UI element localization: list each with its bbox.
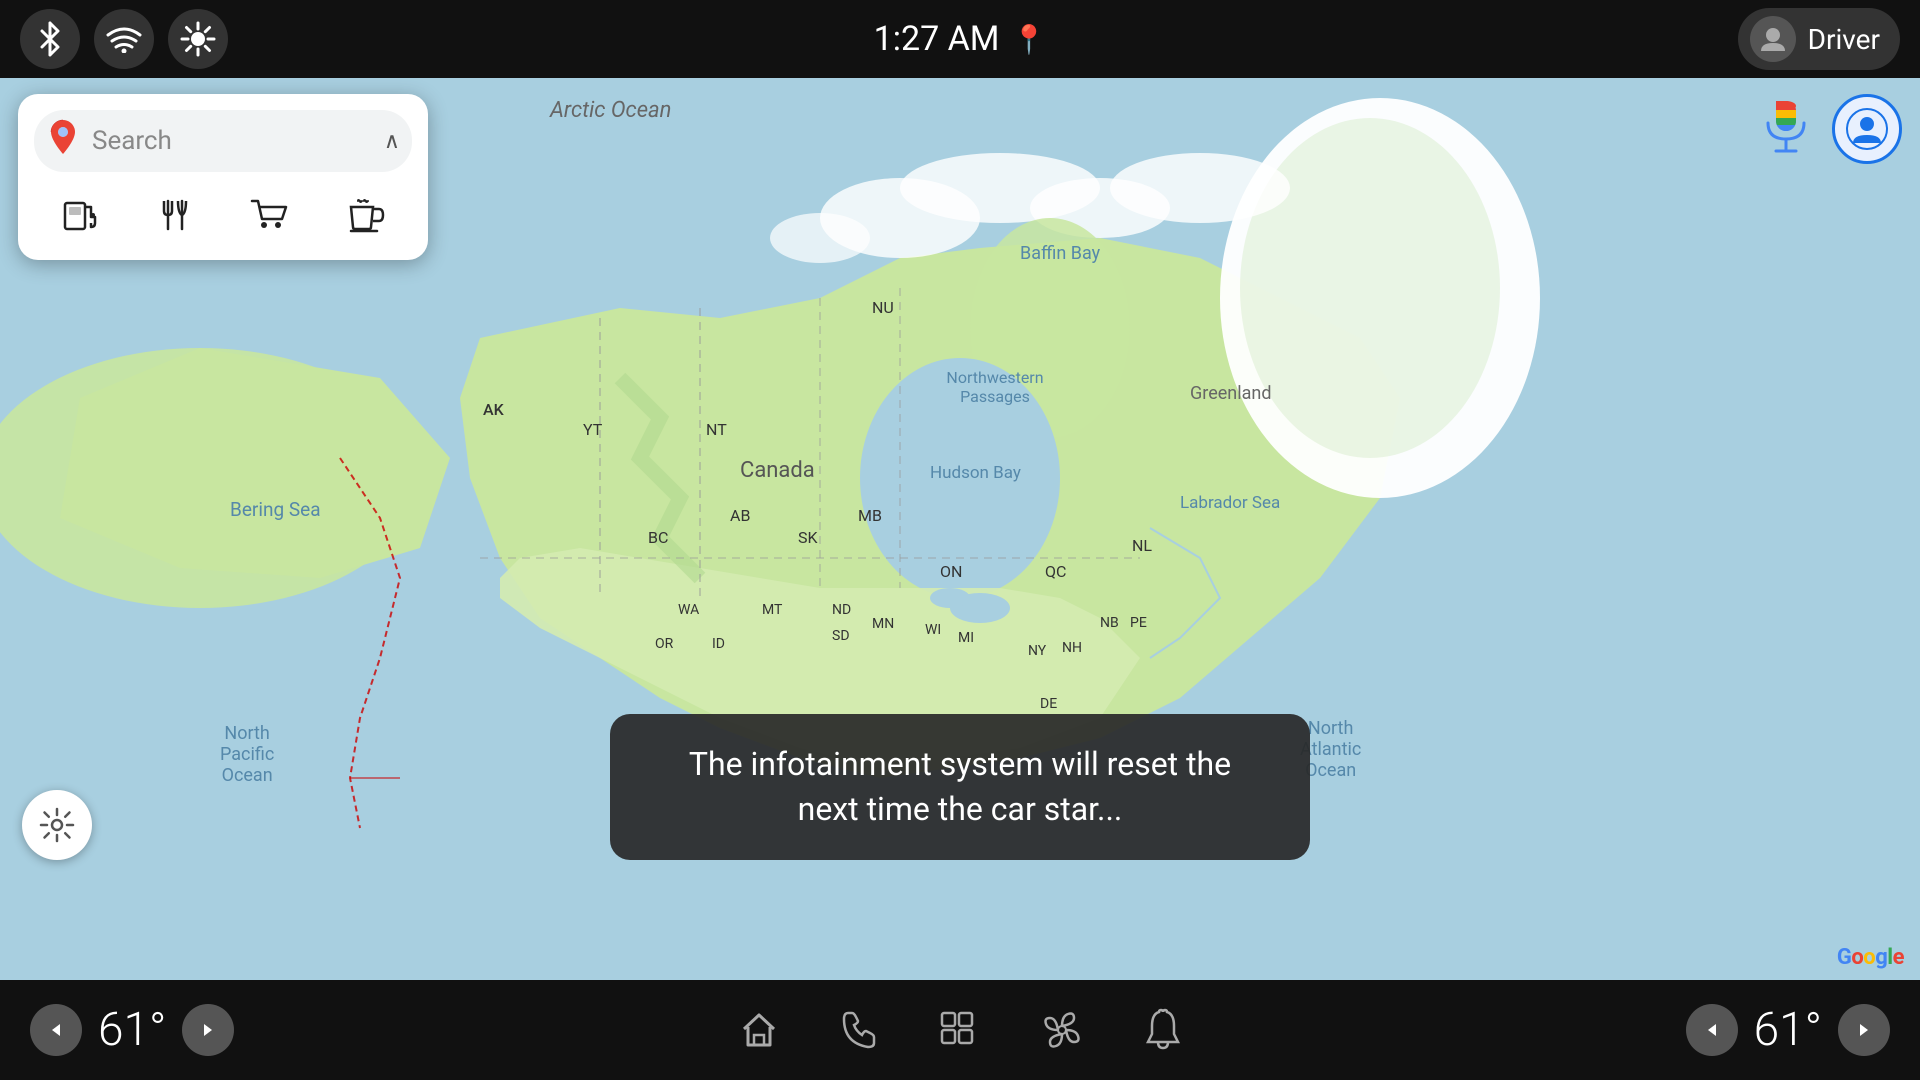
phone-button[interactable] xyxy=(840,1009,878,1051)
account-button[interactable] xyxy=(1832,94,1902,164)
brightness-button[interactable] xyxy=(168,9,228,69)
google-maps-logo xyxy=(46,118,80,164)
search-categories xyxy=(34,190,412,240)
location-pin-icon: 📍 xyxy=(1011,23,1046,56)
temp-left-up-button[interactable] xyxy=(182,1004,234,1056)
google-logo: Google xyxy=(1837,945,1904,970)
toast-message: The infotainment system will reset the n… xyxy=(689,745,1231,828)
temp-left-down-button[interactable] xyxy=(30,1004,82,1056)
temp-right-value: 61° xyxy=(1754,1003,1822,1057)
wifi-button[interactable] xyxy=(94,9,154,69)
notification-button[interactable] xyxy=(1144,1008,1182,1052)
top-bar: 1:27 AM 📍 Driver xyxy=(0,0,1920,78)
restaurant-icon[interactable] xyxy=(146,190,206,240)
driver-label: Driver xyxy=(1808,23,1880,56)
temp-right-section: 61° xyxy=(1686,1003,1890,1057)
toast-notification: The infotainment system will reset the n… xyxy=(610,714,1310,860)
home-button[interactable] xyxy=(738,1009,780,1051)
settings-button[interactable] xyxy=(22,790,92,860)
fan-button[interactable] xyxy=(1040,1008,1084,1052)
top-bar-left xyxy=(20,9,228,69)
gas-station-icon[interactable] xyxy=(51,190,111,240)
voice-button[interactable] xyxy=(1754,97,1818,161)
time-display: 1:27 AM 📍 xyxy=(874,19,1047,59)
temp-left-value: 61° xyxy=(98,1003,166,1057)
temp-right-down-button[interactable] xyxy=(1686,1004,1738,1056)
search-input[interactable]: Search xyxy=(92,126,372,156)
map-top-right xyxy=(1754,94,1902,164)
bluetooth-button[interactable] xyxy=(20,9,80,69)
shopping-icon[interactable] xyxy=(240,190,300,240)
nav-icons xyxy=(738,1008,1182,1052)
search-bar[interactable]: Search ∧ xyxy=(34,110,412,172)
avatar xyxy=(1750,16,1796,62)
bottom-bar: 61° xyxy=(0,980,1920,1080)
search-panel: Search ∧ xyxy=(18,94,428,260)
cafe-icon[interactable] xyxy=(335,190,395,240)
search-collapse-icon[interactable]: ∧ xyxy=(384,129,400,154)
apps-button[interactable] xyxy=(938,1009,980,1051)
map-area[interactable]: Arctic Ocean Baffin Bay NorthwesternPass… xyxy=(0,78,1920,980)
temp-right-up-button[interactable] xyxy=(1838,1004,1890,1056)
time-text: 1:27 AM xyxy=(874,19,1000,59)
temp-left-section: 61° xyxy=(30,1003,234,1057)
driver-button[interactable]: Driver xyxy=(1738,8,1900,70)
